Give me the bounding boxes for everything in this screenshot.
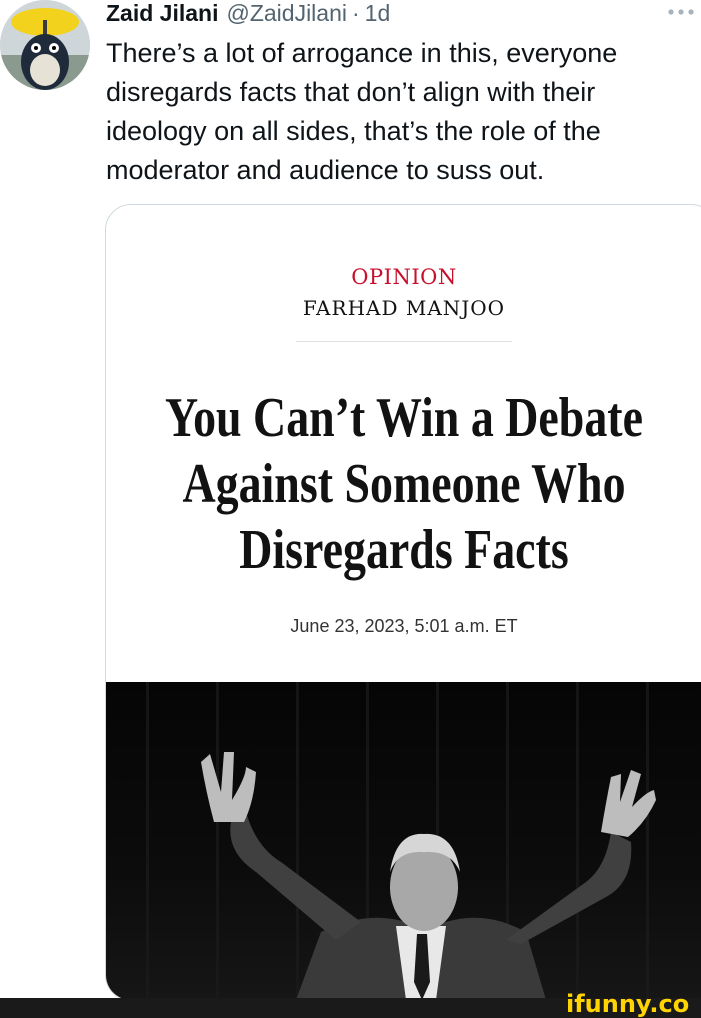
tweet-text-line: moderator and audience to suss out. — [106, 155, 545, 185]
headline-line: You Can’t Win a Debate — [165, 387, 643, 449]
article-byline: FARHAD MANJOO — [302, 296, 506, 320]
article-photo — [106, 682, 701, 1000]
tweet-text-line: There’s a lot of arrogance in this, ever… — [106, 38, 618, 68]
opinion-label: OPINION — [351, 265, 457, 289]
tweet-text: There’s a lot of arrogance in this, ever… — [106, 34, 696, 190]
tweet-timestamp[interactable]: 1d — [365, 0, 391, 27]
more-horizontal-icon[interactable] — [664, 0, 698, 24]
article-card[interactable]: OPINION FARHAD MANJOO You Can’t Win a De… — [105, 204, 701, 1001]
avatar-image — [0, 0, 90, 90]
ifunny-watermark: ifunny.co — [566, 990, 690, 1018]
author-handle[interactable]: @ZaidJilani — [226, 0, 347, 27]
author-name[interactable]: Zaid Jilani — [106, 0, 218, 27]
tweet-text-line: ideology on all sides, that’s the role o… — [106, 116, 601, 146]
article-date: June 23, 2023, 5:01 a.m. ET — [290, 616, 518, 636]
article-headline: You Can’t Win a Debate Against Someone W… — [106, 385, 701, 583]
separator-dot: · — [352, 0, 360, 26]
speaker-photo-illustration — [146, 682, 656, 1000]
headline-line: Disregards Facts — [239, 519, 569, 581]
tweet-header: Zaid Jilani @ZaidJilani · 1d — [106, 0, 390, 30]
avatar[interactable] — [0, 0, 90, 90]
headline-line: Against Someone Who — [182, 453, 626, 515]
divider — [296, 341, 512, 342]
tweet-text-line: disregards facts that don’t align with t… — [106, 77, 596, 107]
